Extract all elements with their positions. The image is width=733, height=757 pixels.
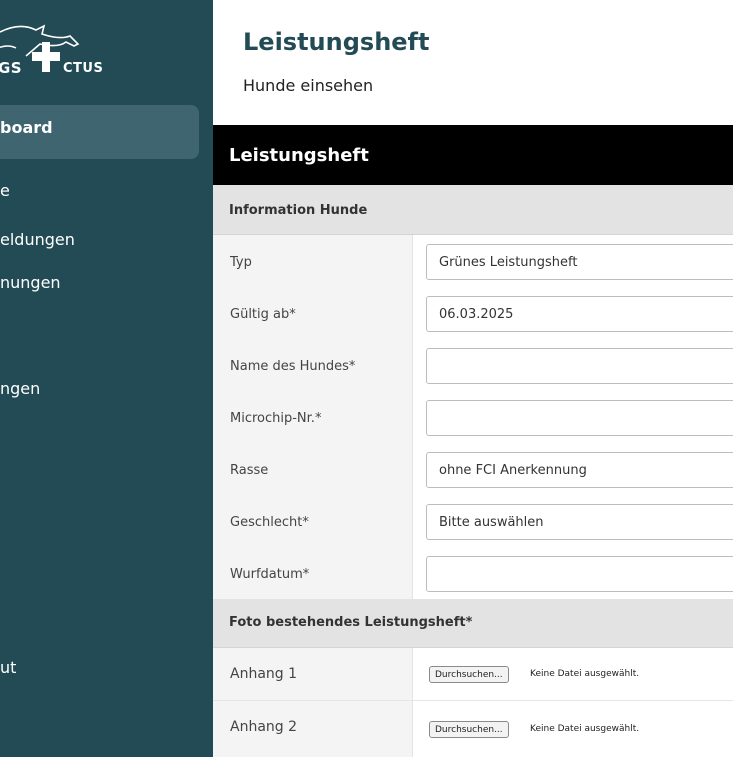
sidebar-item-4[interactable]: ngen (0, 379, 40, 398)
page-title: Leistungsheft (243, 28, 430, 56)
sidebar-item-2[interactable]: eldungen (0, 230, 75, 249)
field-label: Anhang 2 (230, 719, 298, 735)
logo-text-left: GS (0, 59, 23, 77)
card-header: Leistungsheft (213, 125, 733, 185)
logo-text-right: CTUS (63, 61, 104, 76)
typ-select[interactable]: Grünes Leistungsheft (426, 244, 733, 280)
file-status: Keine Datei ausgewählt. (530, 669, 640, 679)
browse-button[interactable]: Durchsuchen... (429, 666, 509, 683)
card-title: Leistungsheft (229, 145, 369, 166)
field-label: Rasse (230, 463, 269, 478)
form-row-typ: Typ Grünes Leistungsheft (213, 235, 733, 288)
logo: GS CTUS (0, 18, 140, 78)
browse-button[interactable]: Durchsuchen... (429, 721, 509, 738)
form-row-wurfdatum: Wurfdatum* (213, 547, 733, 600)
sidebar-item-logout[interactable]: ut (0, 658, 16, 677)
form-row-geschlecht: Geschlecht* Bitte auswählen (213, 495, 733, 548)
sidebar-item-1[interactable]: e (0, 181, 10, 200)
sidebar-item-label: board (0, 118, 53, 137)
field-label: Typ (230, 255, 252, 270)
form-row-anhang-1: Anhang 1 Durchsuchen... Keine Datei ausg… (213, 648, 733, 701)
sidebar: GS CTUS board e eldungen nungen ngen ut (0, 0, 213, 757)
field-label: Anhang 1 (230, 666, 298, 682)
form-row-name: Name des Hundes* (213, 339, 733, 392)
file-status: Keine Datei ausgewählt. (530, 724, 640, 734)
page-subtitle: Hunde einsehen (243, 76, 374, 95)
section-title: Foto bestehendes Leistungsheft* (229, 615, 473, 630)
rasse-select[interactable]: ohne FCI Anerkennung (426, 452, 733, 488)
form-row-anhang-2: Anhang 2 Durchsuchen... Keine Datei ausg… (213, 701, 733, 757)
field-label: Microchip-Nr.* (230, 411, 322, 426)
form-row-rasse: Rasse ohne FCI Anerkennung (213, 443, 733, 496)
name-des-hundes-field[interactable] (426, 348, 733, 384)
field-label: Geschlecht* (230, 515, 309, 530)
sidebar-item-dashboard[interactable]: board (0, 105, 199, 159)
section-title: Information Hunde (229, 203, 368, 218)
field-label: Name des Hundes* (230, 359, 356, 374)
sidebar-item-3[interactable]: nungen (0, 273, 61, 292)
geschlecht-select[interactable]: Bitte auswählen (426, 504, 733, 540)
wurfdatum-field[interactable] (426, 556, 733, 592)
gueltig-ab-field[interactable]: 06.03.2025 (426, 296, 733, 332)
section-foto: Foto bestehendes Leistungsheft* (213, 599, 733, 648)
section-information-hunde: Information Hunde (213, 185, 733, 235)
field-label: Gültig ab* (230, 307, 296, 322)
form-row-gueltig-ab: Gültig ab* 06.03.2025 (213, 287, 733, 340)
field-label: Wurfdatum* (230, 567, 310, 582)
form-row-microchip: Microchip-Nr.* (213, 391, 733, 444)
microchip-field[interactable] (426, 400, 733, 436)
